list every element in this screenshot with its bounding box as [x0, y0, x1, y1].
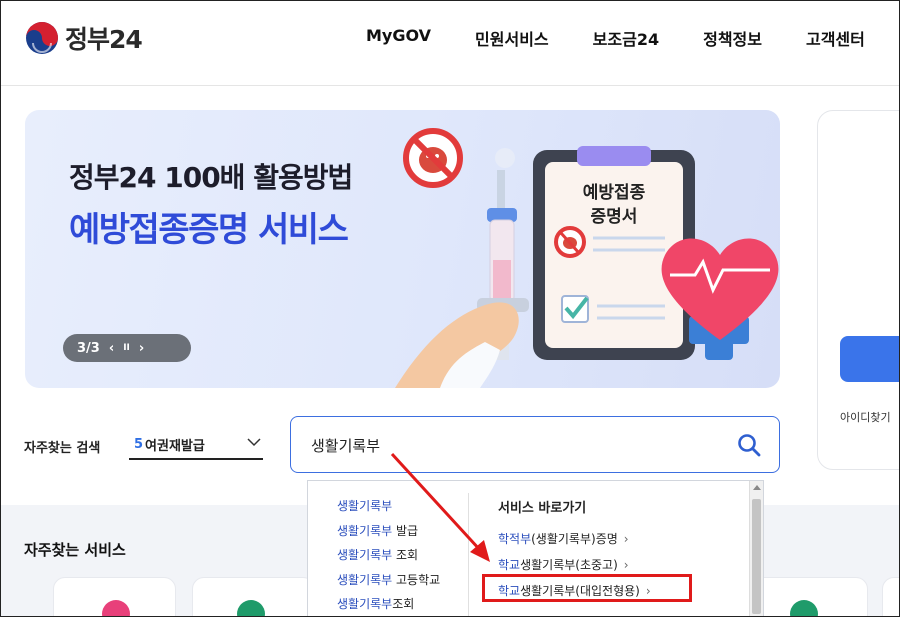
nav-policy-info[interactable]: 정책정보	[703, 26, 762, 50]
nav-subsidy24[interactable]: 보조금24	[593, 26, 659, 50]
frequent-search-select[interactable]: 5 여권재발급	[129, 430, 263, 460]
shortcut-transcript-certificate[interactable]: 학적부(생활기록부)증명 ›	[498, 530, 651, 556]
search-icon[interactable]	[737, 433, 761, 457]
frequent-search-label: 자주찾는 검색	[24, 441, 101, 456]
clipboard-title-line2: 증명서	[591, 207, 638, 227]
logo-text: 정부24	[65, 25, 143, 54]
scroll-up-icon[interactable]	[753, 485, 761, 490]
site-logo[interactable]: 정부24	[25, 20, 143, 56]
highlight-annotation-box	[482, 574, 692, 602]
site-header: 정부24 MyGOV 민원서비스 보조금24 정책정보 고객센터	[0, 0, 900, 86]
service-shortcuts-heading: 서비스 바로가기	[498, 501, 587, 516]
banner-pager: 3/3 ‹ II ›	[63, 334, 191, 362]
dropdown-scrollbar[interactable]	[749, 481, 763, 617]
frequent-services-title: 자주찾는 서비스	[24, 541, 126, 559]
service-card[interactable]	[882, 577, 900, 617]
service-card[interactable]	[53, 577, 176, 617]
promo-banner[interactable]: 정부24 100배 활용방법 예방접종증명 서비스 예방접종 증명서 3/3 ‹…	[25, 110, 780, 388]
frequent-search-rank: 5	[134, 436, 144, 452]
suggestion-item[interactable]: 생활기록부조회	[337, 595, 440, 617]
hand-icon	[395, 302, 519, 388]
taegeuk-logo-icon	[26, 22, 58, 54]
service-badge	[237, 600, 265, 617]
suggestion-item[interactable]: 생활기록부 고등학교	[337, 571, 440, 596]
login-button[interactable]	[840, 336, 900, 382]
nav-civil-services[interactable]: 민원서비스	[475, 26, 549, 50]
vaccination-illustration: 예방접종 증명서	[395, 128, 779, 388]
chevron-right-icon: ›	[623, 532, 629, 546]
frequent-search-value: 여권재발급	[145, 438, 205, 454]
nav-customer-center[interactable]: 고객센터	[806, 26, 865, 50]
chevron-down-icon	[247, 438, 261, 447]
clipboard-title-line1: 예방접종	[583, 183, 646, 203]
scrollbar-thumb[interactable]	[752, 499, 761, 614]
pager-pause-icon[interactable]: II	[123, 343, 130, 353]
search-input-value: 생활기록부	[311, 437, 381, 455]
dropdown-divider	[468, 493, 469, 617]
pager-prev-icon[interactable]: ‹	[109, 341, 114, 356]
service-card[interactable]	[192, 577, 315, 617]
suggestion-list: 생활기록부 생활기록부 발급 생활기록부 조회 생활기록부 고등학교 생활기록부…	[337, 497, 440, 617]
suggestion-item[interactable]: 생활기록부 발급	[337, 522, 440, 547]
pager-counter: 3/3	[77, 340, 100, 356]
pager-next-icon[interactable]: ›	[139, 341, 144, 356]
nav-mygov[interactable]: MyGOV	[366, 26, 431, 50]
no-virus-icon	[403, 128, 463, 188]
banner-title-line2: 예방접종증명 서비스	[69, 210, 349, 250]
chevron-right-icon: ›	[623, 558, 629, 572]
main-nav: MyGOV 민원서비스 보조금24 정책정보 고객센터	[366, 26, 900, 50]
banner-title-line1: 정부24 100배 활용방법	[69, 161, 353, 194]
find-id-link[interactable]: 아이디찾기	[840, 409, 891, 425]
service-badge	[790, 600, 818, 617]
suggestion-item[interactable]: 생활기록부 조회	[337, 546, 440, 571]
service-badge	[102, 600, 130, 617]
suggestion-item[interactable]: 생활기록부	[337, 497, 440, 522]
search-input[interactable]: 생활기록부	[290, 416, 780, 473]
